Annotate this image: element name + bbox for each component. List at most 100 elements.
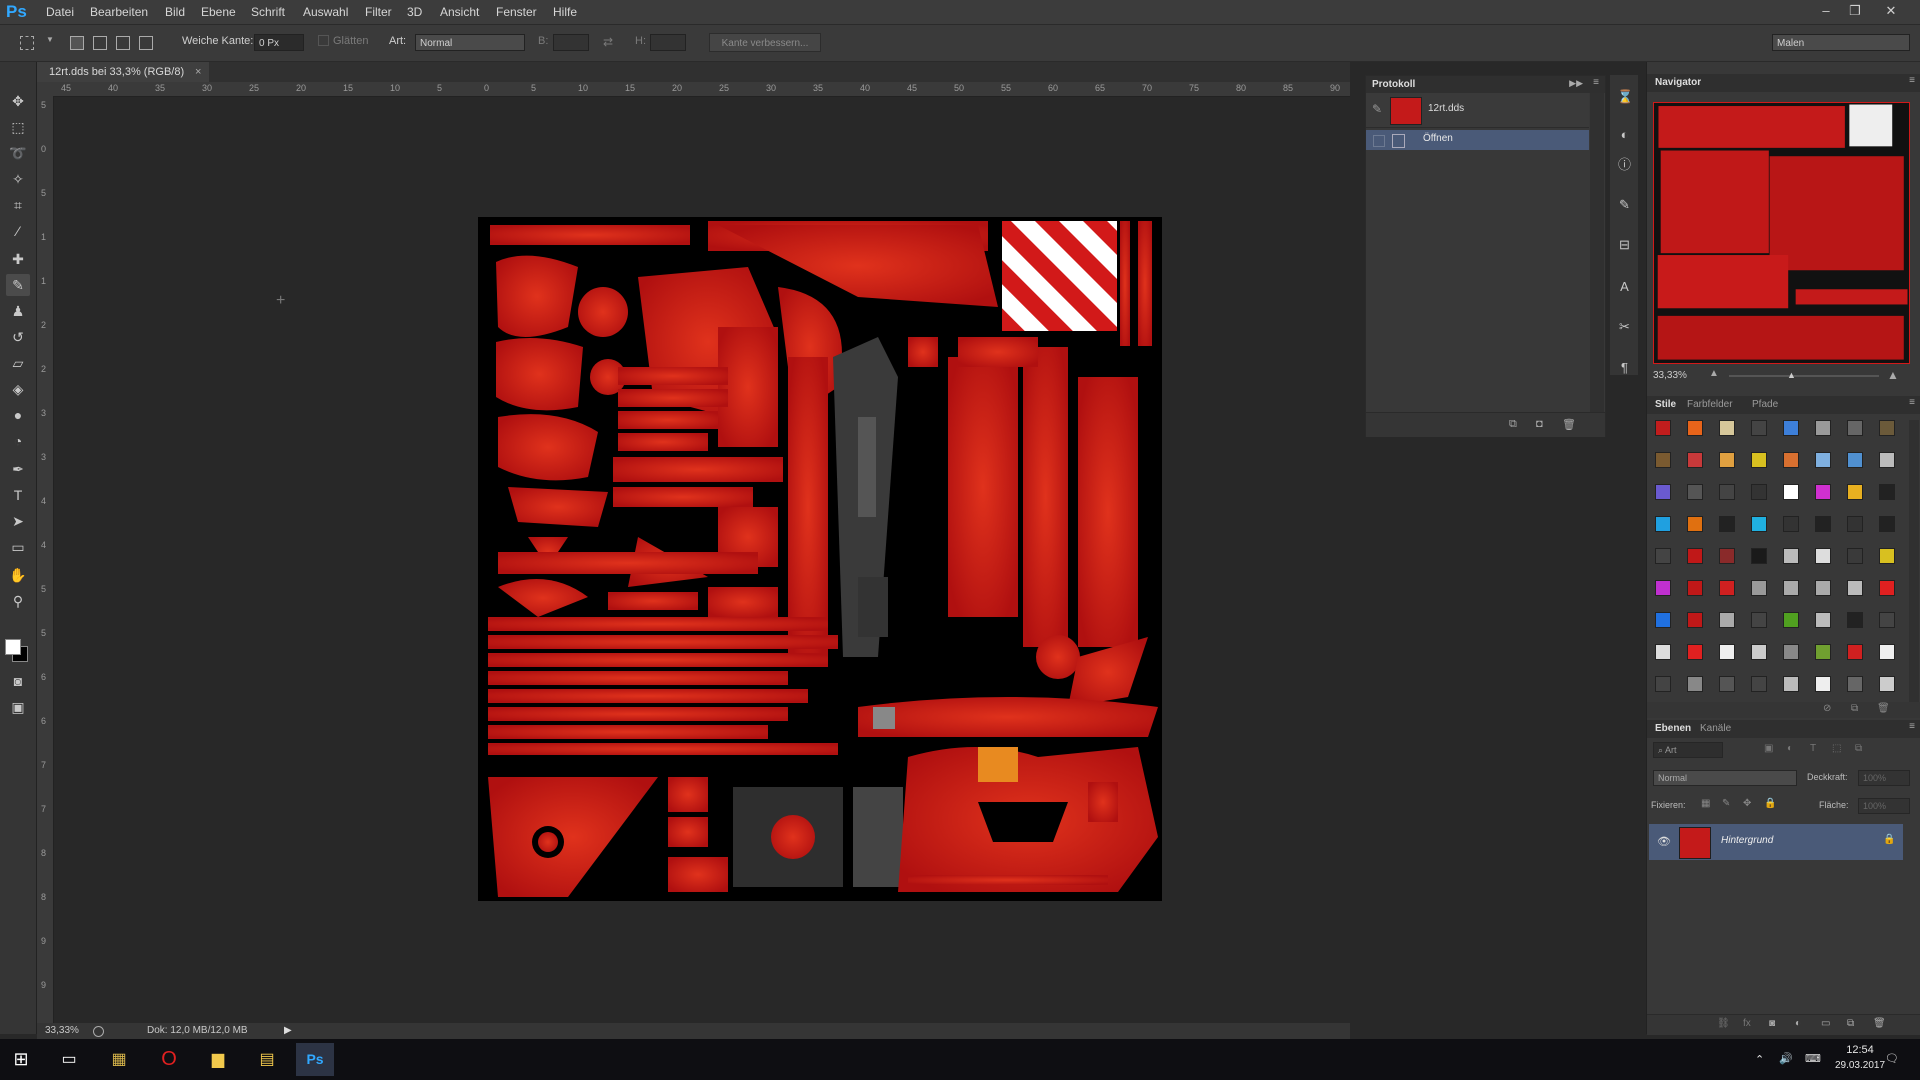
tab-pfade[interactable]: Pfade bbox=[1752, 396, 1778, 413]
menu-hilfe[interactable]: Hilfe bbox=[553, 0, 577, 24]
tools-preset-icon[interactable]: ✂ bbox=[1617, 319, 1632, 334]
style-swatch[interactable] bbox=[1815, 420, 1831, 436]
clone-source-icon[interactable]: ⊟ bbox=[1617, 237, 1632, 252]
style-swatch[interactable] bbox=[1879, 452, 1895, 468]
style-swatch[interactable] bbox=[1655, 612, 1671, 628]
style-swatch[interactable] bbox=[1751, 612, 1767, 628]
close-icon[interactable]: ✕ bbox=[1880, 2, 1902, 20]
folder-app-icon[interactable]: ▤ bbox=[248, 1043, 286, 1076]
style-swatch[interactable] bbox=[1687, 676, 1703, 692]
style-swatch[interactable] bbox=[1687, 644, 1703, 660]
style-swatch[interactable] bbox=[1879, 548, 1895, 564]
character-icon[interactable]: A bbox=[1617, 279, 1632, 294]
style-swatch[interactable] bbox=[1847, 644, 1863, 660]
style-swatch[interactable] bbox=[1879, 644, 1895, 660]
stamp-tool-icon[interactable]: ♟ bbox=[6, 300, 30, 322]
style-swatch[interactable] bbox=[1719, 676, 1735, 692]
style-swatch[interactable] bbox=[1655, 420, 1671, 436]
hand-tool-icon[interactable]: ✋ bbox=[6, 564, 30, 586]
style-swatch[interactable] bbox=[1687, 548, 1703, 564]
winamp-app-icon[interactable]: ▦ bbox=[100, 1043, 138, 1076]
healing-brush-icon[interactable]: ✚ bbox=[6, 248, 30, 270]
layer-mask-icon[interactable]: ◙ bbox=[1769, 1018, 1775, 1029]
history-brush-icon[interactable]: ↺ bbox=[6, 326, 30, 348]
link-layers-icon[interactable]: ⛓ bbox=[1717, 1018, 1730, 1029]
tab-ebenen[interactable]: Ebenen bbox=[1655, 720, 1691, 737]
screen-mode-icon[interactable]: ▣ bbox=[6, 696, 30, 718]
ruler-vertical[interactable]: 5 0 5 1 1 2 2 3 3 4 4 5 5 6 6 7 7 8 8 9 9 bbox=[37, 96, 54, 1023]
layer-row[interactable]: 👁 Hintergrund 🔒 bbox=[1649, 824, 1903, 860]
blend-mode-select[interactable]: Normal bbox=[1653, 770, 1797, 786]
history-panel-title[interactable]: Protokoll bbox=[1372, 76, 1415, 93]
file-explorer-icon[interactable]: ▆ bbox=[199, 1043, 237, 1076]
adjustment-layer-icon[interactable]: ◐ bbox=[1795, 1018, 1801, 1029]
navigator-panel-title[interactable]: Navigator bbox=[1655, 74, 1701, 91]
filter-shape-icon[interactable]: ⬚ bbox=[1832, 743, 1841, 754]
type-tool-icon[interactable]: T bbox=[6, 484, 30, 506]
close-tab-icon[interactable]: × bbox=[195, 62, 201, 82]
chevron-down-icon[interactable]: ▼ bbox=[46, 35, 54, 44]
panel-menu-icon[interactable]: ≡ bbox=[1909, 721, 1915, 732]
zoom-out-icon[interactable]: ▲ bbox=[1709, 368, 1719, 379]
filter-smart-object-icon[interactable]: ⧉ bbox=[1855, 743, 1862, 754]
style-swatch[interactable] bbox=[1655, 580, 1671, 596]
eraser-tool-icon[interactable]: ▱ bbox=[6, 352, 30, 374]
trash-icon[interactable]: 🗑 bbox=[1562, 418, 1576, 431]
style-swatch[interactable] bbox=[1879, 516, 1895, 532]
style-swatch[interactable] bbox=[1687, 452, 1703, 468]
foreground-color-swatch[interactable] bbox=[5, 639, 21, 655]
dodge-tool-icon[interactable]: ◔ bbox=[6, 430, 30, 452]
lasso-tool-icon[interactable]: ➰ bbox=[6, 142, 30, 164]
subtract-selection-icon[interactable] bbox=[116, 36, 130, 50]
tray-chevron-icon[interactable]: ⌃ bbox=[1755, 1053, 1764, 1066]
document-tab[interactable]: 12rt.dds bei 33,3% (RGB/8) × bbox=[37, 62, 209, 82]
windows-start-icon[interactable]: ⊞ bbox=[2, 1043, 40, 1076]
keyboard-icon[interactable]: ⌨ bbox=[1805, 1052, 1821, 1065]
style-swatch[interactable] bbox=[1719, 580, 1735, 596]
info-icon[interactable]: ⓘ bbox=[1617, 157, 1632, 172]
history-brush-source-icon[interactable]: ✎ bbox=[1372, 102, 1382, 116]
trash-icon[interactable]: 🗑 bbox=[1877, 703, 1890, 714]
paint-bucket-icon[interactable]: ◈ bbox=[6, 378, 30, 400]
menu-auswahl[interactable]: Auswahl bbox=[303, 0, 348, 24]
style-swatch[interactable] bbox=[1751, 516, 1767, 532]
style-swatch[interactable] bbox=[1719, 452, 1735, 468]
collapse-panel-icon[interactable]: ▶▶ bbox=[1569, 78, 1583, 89]
layer-filter-select[interactable]: ⌕ Art bbox=[1653, 742, 1723, 758]
style-swatch[interactable] bbox=[1751, 644, 1767, 660]
style-swatch[interactable] bbox=[1783, 644, 1799, 660]
clear-style-icon[interactable]: ⊘ bbox=[1823, 703, 1831, 714]
style-swatch[interactable] bbox=[1847, 548, 1863, 564]
lock-all-icon[interactable]: 🔒 bbox=[1764, 798, 1776, 809]
new-selection-icon[interactable] bbox=[70, 36, 84, 50]
style-swatch[interactable] bbox=[1783, 676, 1799, 692]
zoom-in-icon[interactable]: ▲ bbox=[1887, 368, 1899, 382]
menu-filter[interactable]: Filter bbox=[365, 0, 392, 24]
marquee-preset-icon[interactable] bbox=[20, 36, 34, 50]
style-swatch[interactable] bbox=[1719, 516, 1735, 532]
clock-date[interactable]: 29.03.2017 bbox=[1828, 1060, 1892, 1071]
panel-menu-icon[interactable]: ≡ bbox=[1909, 75, 1915, 86]
layer-name[interactable]: Hintergrund bbox=[1721, 835, 1773, 846]
quick-mask-icon[interactable]: ◙ bbox=[6, 670, 30, 692]
panel-menu-icon[interactable]: ≡ bbox=[1593, 77, 1599, 88]
opacity-input[interactable]: 100% bbox=[1858, 770, 1910, 786]
navigator-zoom-value[interactable]: 33,33% bbox=[1653, 370, 1687, 381]
style-swatch[interactable] bbox=[1847, 612, 1863, 628]
style-swatch[interactable] bbox=[1815, 452, 1831, 468]
style-swatch[interactable] bbox=[1687, 484, 1703, 500]
brush-tool-icon[interactable]: ✎ bbox=[6, 274, 30, 296]
menu-fenster[interactable]: Fenster bbox=[496, 0, 537, 24]
style-swatch[interactable] bbox=[1847, 676, 1863, 692]
style-swatch[interactable] bbox=[1751, 452, 1767, 468]
style-swatch[interactable] bbox=[1847, 580, 1863, 596]
clock-time[interactable]: 12:54 bbox=[1832, 1044, 1888, 1056]
crop-tool-icon[interactable]: ⌗ bbox=[6, 194, 30, 216]
style-swatch[interactable] bbox=[1783, 516, 1799, 532]
brush-presets-icon[interactable]: ✎ bbox=[1617, 197, 1632, 212]
style-swatch[interactable] bbox=[1783, 484, 1799, 500]
task-view-icon[interactable]: ▭ bbox=[50, 1043, 88, 1076]
style-swatch[interactable] bbox=[1687, 516, 1703, 532]
style-swatch[interactable] bbox=[1879, 484, 1895, 500]
navigator-zoom-slider[interactable] bbox=[1729, 375, 1879, 377]
